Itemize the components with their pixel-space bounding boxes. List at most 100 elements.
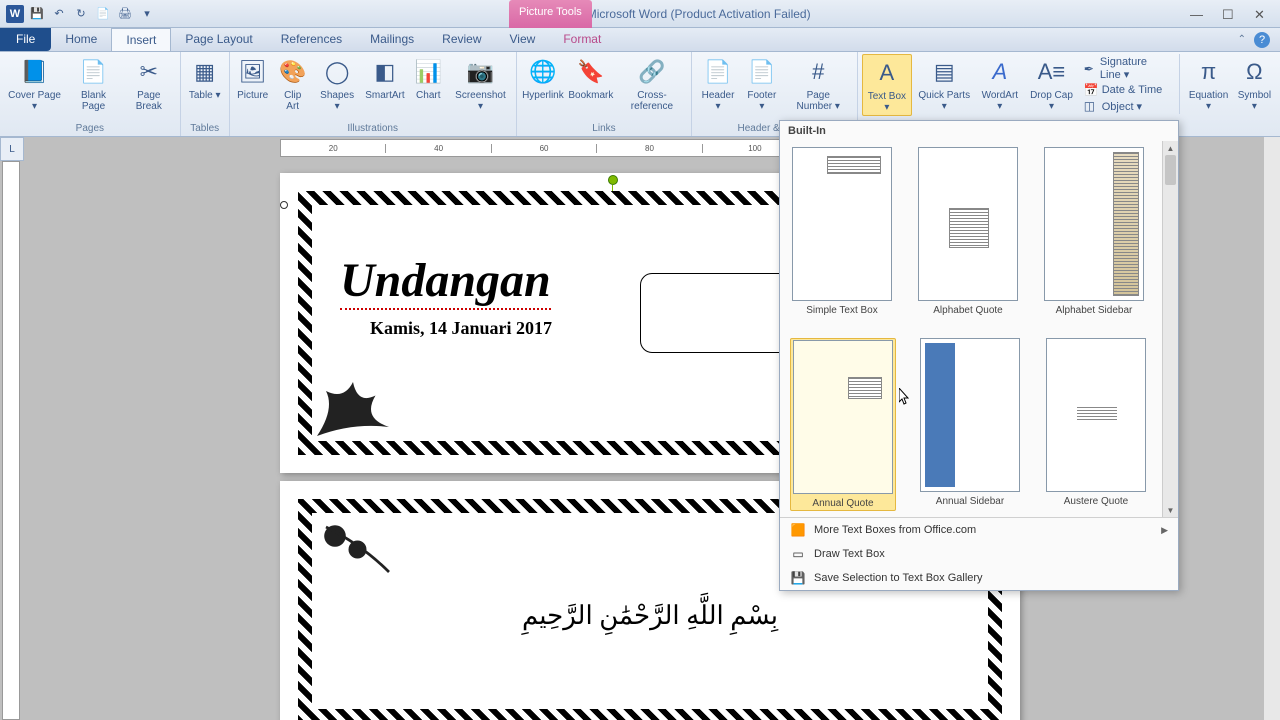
gallery-item-annual-quote[interactable]: Annual Quote [790,338,896,511]
picture-button[interactable]: 🖼Picture [234,54,272,103]
equation-icon: π [1193,56,1225,88]
tab-home[interactable]: Home [51,28,111,51]
hyperlink-button[interactable]: 🌐Hyperlink [521,54,565,103]
blank-page-icon: 📄 [78,56,110,88]
tab-insert[interactable]: Insert [111,28,171,51]
wordart-button[interactable]: AWordArt ▾ [976,54,1023,114]
scroll-up-icon[interactable]: ▲ [1163,141,1178,155]
page-number-button[interactable]: #Page Number ▾ [784,54,853,114]
save-icon[interactable]: 💾 [28,5,46,23]
cover-page-icon: 📘 [19,56,51,88]
date-icon: 📅 [1084,83,1098,97]
wordart-icon: A [984,56,1016,88]
signature-icon: ✒ [1084,62,1096,76]
tab-page-layout[interactable]: Page Layout [171,28,266,51]
tab-view[interactable]: View [496,28,550,51]
quick-parts-button[interactable]: ▤Quick Parts ▾ [914,54,974,114]
footer-button[interactable]: 📄Footer ▾ [742,54,782,114]
tab-review[interactable]: Review [428,28,495,51]
page-break-icon: ✂ [133,56,165,88]
page-break-button[interactable]: ✂Page Break [122,54,176,114]
smartart-button[interactable]: ◧SmartArt [363,54,408,103]
shapes-button[interactable]: ◯Shapes ▾ [314,54,361,114]
table-button[interactable]: ▦Table ▾ [185,54,225,103]
text-box-gallery-dropdown: Built-In Simple Text Box Alphabet Quote … [779,120,1179,591]
undo-icon[interactable]: ↶ [50,5,68,23]
floral-corner-icon [308,355,398,445]
tab-format[interactable]: Format [549,28,615,51]
table-icon: ▦ [189,56,221,88]
date-time-button[interactable]: 📅Date & Time [1084,83,1170,97]
qat-more-icon[interactable]: ▾ [138,5,156,23]
minimize-icon[interactable]: — [1190,7,1204,21]
cover-page-button[interactable]: 📘Cover Page ▾ [4,54,65,114]
text-box-button[interactable]: AText Box ▾ [862,54,913,116]
gallery-item-simple-text-box[interactable]: Simple Text Box [790,147,894,316]
object-button[interactable]: ◫Object ▾ [1084,99,1170,113]
picture-icon: 🖼 [237,56,269,88]
window-controls: — ☐ ✕ [1190,7,1280,21]
maximize-icon[interactable]: ☐ [1222,7,1236,21]
contextual-tab-picture-tools: Picture Tools [509,0,592,28]
clip-art-button[interactable]: 🎨Clip Art [274,54,312,114]
header-button[interactable]: 📄Header ▾ [696,54,739,114]
print-icon[interactable]: 🖨 [116,5,134,23]
rotate-handle[interactable] [608,175,618,185]
office-icon: 🟧 [790,522,806,538]
floral-corner-icon [308,509,398,599]
word-icon: W [6,5,24,23]
scroll-down-icon[interactable]: ▼ [1163,503,1178,517]
invitation-date: Kamis, 14 Januari 2017 [370,318,552,339]
gallery-header: Built-In [780,121,1178,141]
save-selection-menu-item[interactable]: 💾 Save Selection to Text Box Gallery [780,566,1178,590]
ribbon-group-illustrations: 🖼Picture 🎨Clip Art ◯Shapes ▾ ◧SmartArt 📊… [230,52,517,136]
gallery-item-alphabet-sidebar[interactable]: Alphabet Sidebar [1042,147,1146,316]
window-title: 527_B - Microsoft Word (Product Activati… [162,7,1190,21]
header-icon: 📄 [702,56,734,88]
symbol-button[interactable]: ΩSymbol ▾ [1233,54,1276,114]
draw-text-box-menu-item[interactable]: ▭ Draw Text Box [780,542,1178,566]
bookmark-icon: 🔖 [575,56,607,88]
gallery-item-alphabet-quote[interactable]: Alphabet Quote [916,147,1020,316]
signature-line-button[interactable]: ✒Signature Line ▾ [1084,56,1170,81]
scrollbar-thumb[interactable] [1165,155,1176,185]
tab-references[interactable]: References [267,28,356,51]
help-icon[interactable]: ? [1254,32,1270,48]
text-box-icon: A [871,57,903,89]
ruler-corner[interactable]: L [0,137,24,161]
ribbon-minimize-icon[interactable]: ⌃ [1238,34,1246,45]
cross-reference-button[interactable]: 🔗Cross-reference [617,54,688,114]
blank-page-button[interactable]: 📄Blank Page [67,54,120,114]
gallery-scrollbar[interactable]: ▲ ▼ [1162,141,1178,517]
ribbon-group-links: 🌐Hyperlink 🔖Bookmark 🔗Cross-reference Li… [517,52,693,136]
tab-mailings[interactable]: Mailings [356,28,428,51]
gallery-item-annual-sidebar[interactable]: Annual Sidebar [918,338,1022,511]
invitation-title: Undangan [340,253,551,310]
vertical-scrollbar[interactable] [1264,137,1280,720]
ribbon-tabs: File Home Insert Page Layout References … [0,28,1280,52]
smartart-icon: ◧ [369,56,401,88]
chart-icon: 📊 [412,56,444,88]
bismillah-text: بِسْمِ اللَّهِ الرَّحْمَٰنِ الرَّحِيمِ [522,601,778,631]
selection-handle[interactable] [280,201,288,209]
rounded-textbox-shape[interactable] [640,273,800,353]
object-icon: ◫ [1084,99,1098,113]
quick-access-toolbar: W 💾 ↶ ↻ 📄 🖨 ▾ [0,5,162,23]
new-icon[interactable]: 📄 [94,5,112,23]
tab-file[interactable]: File [0,28,51,51]
draw-icon: ▭ [790,546,806,562]
vertical-ruler[interactable] [2,161,20,720]
redo-icon[interactable]: ↻ [72,5,90,23]
close-icon[interactable]: ✕ [1254,7,1268,21]
drop-cap-icon: A≡ [1035,56,1067,88]
screenshot-button[interactable]: 📷Screenshot ▾ [449,54,511,114]
gallery-item-austere-quote[interactable]: Austere Quote [1044,338,1148,511]
bookmark-button[interactable]: 🔖Bookmark [567,54,614,103]
more-text-boxes-menu-item[interactable]: 🟧 More Text Boxes from Office.com ▶ [780,518,1178,542]
equation-button[interactable]: πEquation ▾ [1184,54,1232,114]
shapes-icon: ◯ [321,56,353,88]
gallery-grid: Simple Text Box Alphabet Quote Alphabet … [780,141,1178,517]
chart-button[interactable]: 📊Chart [409,54,447,103]
invitation-text: Undangan Kamis, 14 Januari 2017 [340,253,552,339]
drop-cap-button[interactable]: A≡Drop Cap ▾ [1025,54,1077,114]
